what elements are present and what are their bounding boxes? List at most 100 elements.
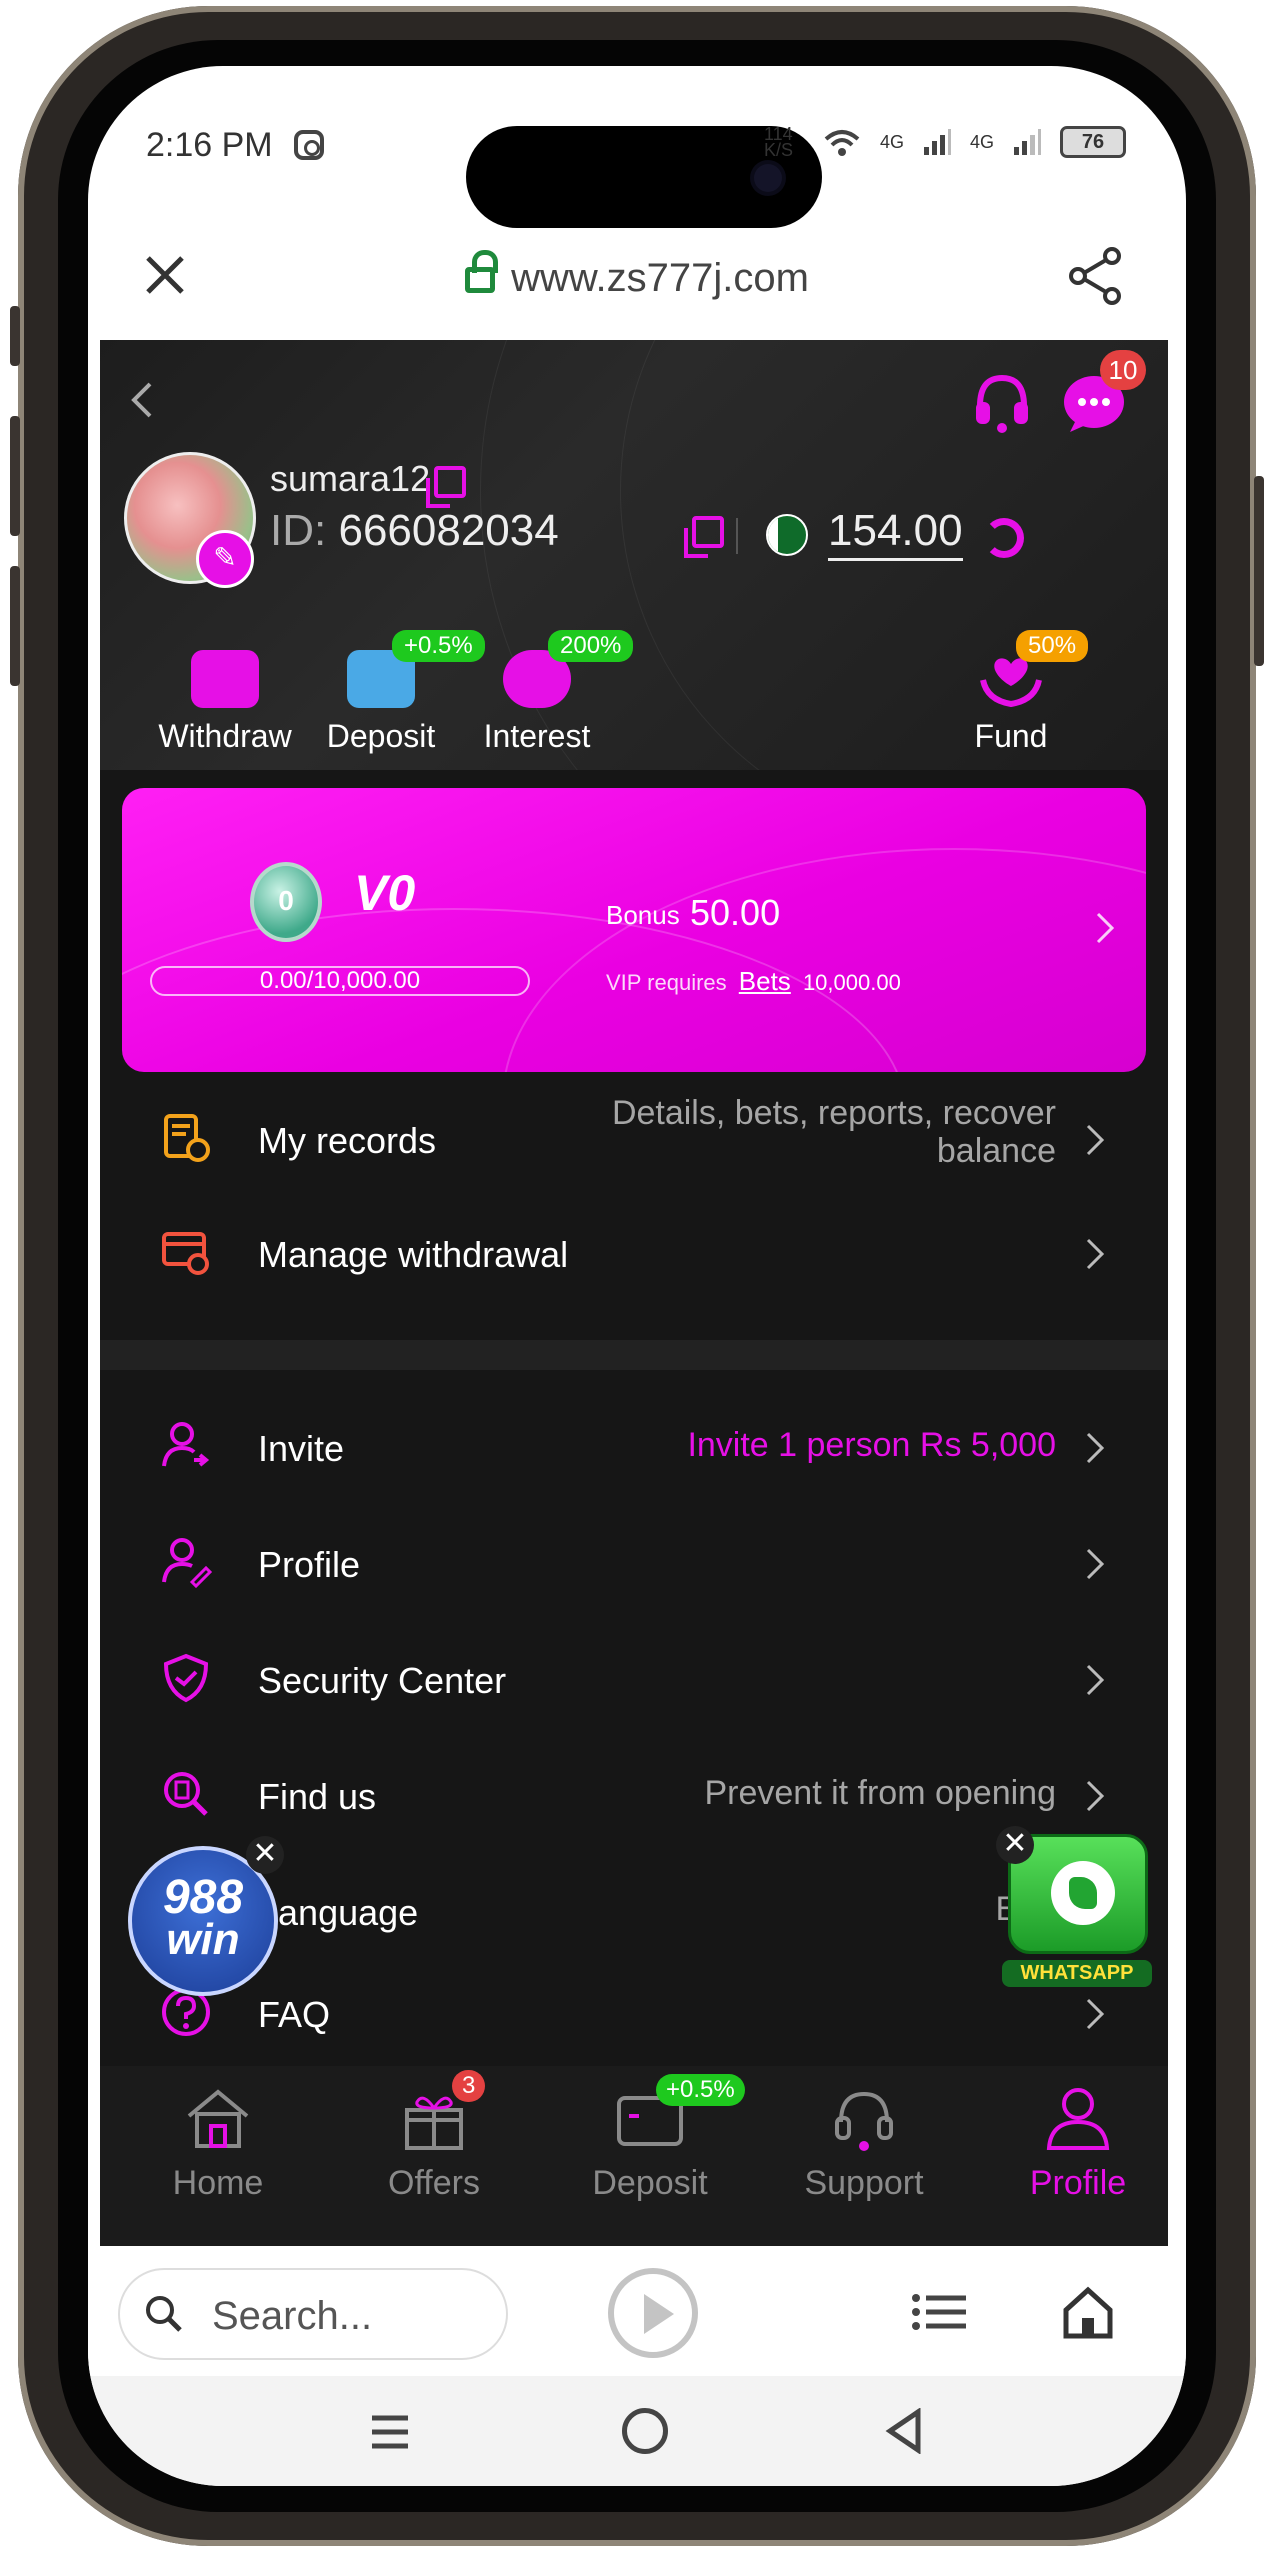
withdraw-button[interactable]: Withdraw [140,650,310,755]
invite-user-icon [162,1422,210,1467]
chevron-right-icon [1096,912,1115,944]
net-speed: 114 K/S [763,124,793,160]
instagram-icon [294,130,324,160]
menu-manage-withdrawal[interactable]: Manage withdrawal [100,1196,1168,1306]
android-navigation-bar [88,2376,1186,2486]
chevron-right-icon [1086,1238,1105,1270]
bonus-label: Bonus [606,900,680,930]
screen: 2:16 PM 114 K/S 4G 4G 76 www.zs777j.com [88,66,1186,2486]
copy-id-icon[interactable] [684,516,724,558]
vip-requirement: VIP requires Bets 10,000.00 [606,966,901,997]
url-text: www.zs777j.com [511,256,809,300]
vip-level: V0 [354,865,416,921]
edit-avatar-icon[interactable]: ✎ [196,530,254,588]
chevron-right-icon [1086,1998,1105,2030]
nav-label: Support [804,2164,924,2202]
balance: 154.00 [828,506,963,561]
android-home-icon[interactable] [622,2408,668,2454]
interest-badge: 200% [548,630,634,662]
copy-username-icon[interactable] [426,466,466,508]
chevron-right-icon [1086,1780,1105,1812]
search-input[interactable]: Search... [118,2268,508,2360]
menu-label: Invite [258,1428,345,1469]
menu-right-line2: balance [936,1132,1056,1170]
nav-label: Home [172,2164,264,2202]
fund-badge: 50% [1016,630,1089,662]
messages-icon[interactable] [1062,374,1126,434]
lock-icon [465,250,499,293]
profile-edit-icon [162,1538,212,1588]
profile-nav-icon [1046,2088,1110,2150]
signal-label-1: 4G [879,131,904,152]
play-icon[interactable] [608,2268,698,2358]
close-988win-button[interactable]: ✕ [246,1836,284,1874]
shield-icon [163,1653,209,1703]
user-id-label: ID: [270,506,327,555]
signal-label-2: 4G [969,131,994,152]
list-icon[interactable] [910,2292,970,2332]
nav-home[interactable]: Home [128,2086,308,2203]
nav-deposit[interactable]: +0.5% Deposit [560,2074,745,2203]
menu-my-records[interactable]: My records Details, bets, reports, recov… [100,1082,1168,1192]
menu-label: Language [258,1892,419,1933]
back-chevron-icon[interactable] [126,380,156,420]
headset-icon[interactable] [970,370,1034,434]
nav-offers[interactable]: 3 Offers [344,2070,524,2203]
battery-indicator: 76 [1060,126,1126,158]
vip-progress: 0.00/10,000.00 [150,966,530,996]
close-whatsapp-button[interactable]: ✕ [996,1826,1034,1864]
menu-label: My records [258,1120,437,1161]
divider [736,518,738,554]
bets-link[interactable]: Bets [739,966,791,996]
search-icon [146,2296,182,2332]
withdraw-icon [191,650,259,708]
user-id-value: 666082034 [338,506,559,555]
android-back-icon[interactable] [884,2408,924,2454]
interest-button[interactable]: 200% Interest [452,630,634,755]
interest-label: Interest [483,718,591,754]
refresh-balance-icon[interactable] [984,518,1024,558]
bottom-navigation: Home 3 Offers +0.5% Deposit Support Prof… [100,2066,1168,2246]
menu-profile[interactable]: Profile [100,1506,1168,1616]
menu-security-center[interactable]: Security Center [100,1622,1168,1732]
pakistan-flag-icon [766,514,808,556]
wifi-icon [824,130,860,156]
chevron-right-icon [1086,1664,1105,1696]
browser-home-icon[interactable] [1058,2282,1118,2342]
chevron-right-icon [1086,1124,1105,1156]
volume-up-button [10,416,20,536]
signal-icon-2 [1014,129,1041,155]
mute-switch [10,306,20,366]
phone-icon [1051,1861,1115,1925]
fund-action[interactable]: 50% Fund [926,630,1096,755]
volume-down-button [10,566,20,686]
deposit-button[interactable]: +0.5% Deposit [296,630,485,755]
camera-icon [754,164,782,192]
menu-label: Manage withdrawal [258,1234,569,1275]
share-icon[interactable] [1066,246,1126,306]
nav-label: Offers [388,2164,480,2202]
chevron-right-icon [1086,1432,1105,1464]
nav-label: Profile [1029,2164,1127,2202]
fund-label: Fund [974,718,1048,754]
power-button [1254,476,1264,666]
phone-frame: 2:16 PM 114 K/S 4G 4G 76 www.zs777j.com [10,6,1264,2546]
menu-invite[interactable]: Invite Invite 1 person Rs 5,000 [100,1390,1168,1500]
user-id: ID: 666082034 [270,506,559,556]
url-bar[interactable]: www.zs777j.com [88,250,1186,301]
withdrawal-card-icon [162,1232,209,1275]
search-placeholder: Search... [212,2294,373,2338]
vip-card[interactable]: 0 V0 0.00/10,000.00 Bonus 50.00 VIP requ… [122,788,1146,1072]
nav-label: Deposit [592,2164,708,2202]
vip-medal-icon: 0 [250,862,322,942]
menu-label: Find us [258,1776,377,1817]
signal-icon [923,129,951,155]
menu-right-text: Details, bets, reports, recover balance [612,1094,1056,1170]
nav-profile[interactable]: Profile [988,2086,1168,2203]
whatsapp-label: WHATSAPP [1002,1960,1152,1987]
logo-line1: 988 [162,1871,244,1924]
nav-support[interactable]: Support [774,2086,954,2203]
menu-right-line1: Details, bets, reports, recover [611,1094,1056,1132]
withdraw-label: Withdraw [158,718,292,754]
recent-apps-icon[interactable] [368,2412,412,2452]
